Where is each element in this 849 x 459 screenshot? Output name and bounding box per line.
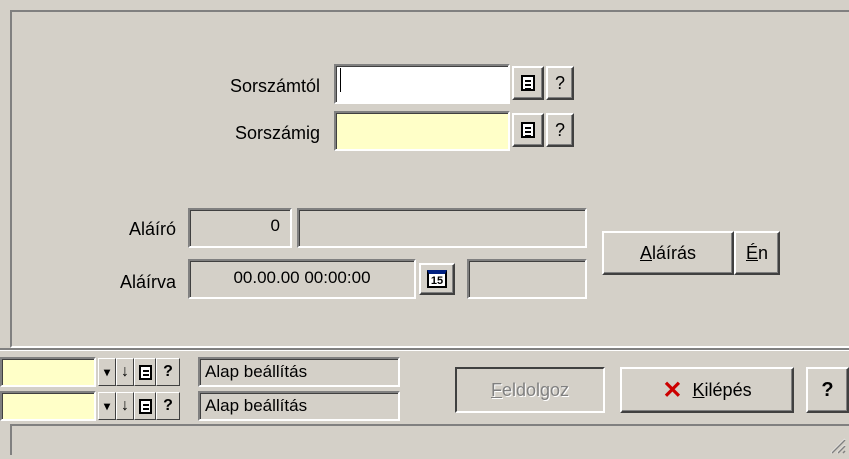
settings-label-field-1: Alap beállítás — [198, 357, 400, 387]
alairva-extra-field — [467, 259, 587, 299]
help-icon: ? — [163, 397, 173, 414]
sorszamtol-lookup-button[interactable] — [512, 66, 544, 100]
settings-help-button-2[interactable]: ? — [156, 392, 180, 420]
sorszamig-lookup-button[interactable] — [512, 113, 544, 147]
alairo-label: Aláíró — [128, 219, 176, 239]
settings-value-input-1[interactable] — [0, 357, 96, 387]
document-icon — [521, 75, 535, 91]
calendar-icon: 15 — [427, 270, 447, 288]
kilepes-button[interactable]: ✕ Kilépés — [620, 367, 794, 413]
settings-help-button-1[interactable]: ? — [156, 358, 180, 386]
help-button[interactable]: ? — [806, 367, 849, 413]
settings-label-field-2: Alap beállítás — [198, 391, 400, 421]
alairva-label: Aláírva — [119, 272, 176, 292]
document-icon — [138, 364, 152, 380]
help-icon: ? — [821, 378, 834, 401]
settings-doc-button-2[interactable] — [134, 392, 156, 420]
calendar-button[interactable]: 15 — [419, 263, 455, 295]
alairva-date-field[interactable]: 00.00.00 00:00:00 — [188, 259, 416, 299]
sorszamig-label: Sorszámig — [234, 123, 320, 143]
sorszamig-help-button[interactable]: ? — [546, 113, 574, 147]
help-icon: ? — [554, 119, 565, 140]
help-icon: ? — [554, 72, 565, 93]
settings-doc-button-1[interactable] — [134, 358, 156, 386]
alairas-button[interactable]: Aláírás — [602, 231, 734, 275]
x-icon: ✕ — [662, 376, 683, 404]
dropdown-button-2[interactable]: ▾ — [98, 392, 116, 420]
feldolgoz-button[interactable]: Feldolgoz — [455, 367, 605, 413]
settings-value-input-2[interactable] — [0, 391, 96, 421]
sorszamtol-label: Sorszámtól — [229, 76, 320, 96]
document-icon — [521, 122, 535, 138]
main-panel — [10, 10, 849, 348]
alairo-name-field — [297, 208, 587, 248]
sorszamtol-help-button[interactable]: ? — [546, 66, 574, 100]
separator — [0, 348, 849, 351]
status-bar — [10, 424, 849, 455]
resize-grip[interactable] — [828, 436, 846, 454]
dropdown-button-1[interactable]: ▾ — [98, 358, 116, 386]
alairo-id-field: 0 — [188, 208, 292, 248]
sort-down-button-2[interactable]: ↓ — [116, 392, 134, 420]
sorszamtol-input[interactable] — [334, 64, 510, 104]
sorszamig-input[interactable] — [334, 111, 510, 151]
sort-down-button-1[interactable]: ↓ — [116, 358, 134, 386]
help-icon: ? — [163, 363, 173, 380]
en-button[interactable]: Én — [734, 231, 780, 275]
document-icon — [138, 398, 152, 414]
